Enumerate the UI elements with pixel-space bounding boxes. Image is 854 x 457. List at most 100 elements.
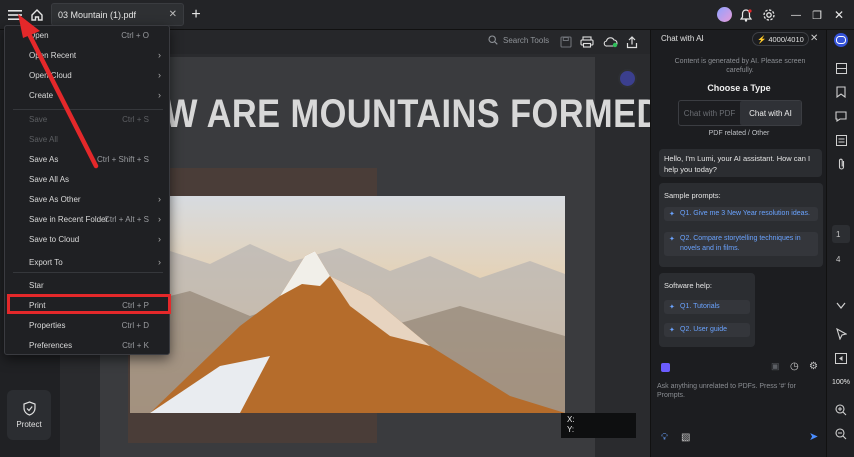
zoom-out-icon[interactable] xyxy=(834,427,848,441)
menu-item-shortcut: Ctrl + Shift + S xyxy=(96,154,149,164)
chevron-right-icon: › xyxy=(158,90,161,100)
bell-icon[interactable] xyxy=(735,4,757,26)
history-icon[interactable]: ◷ xyxy=(790,361,799,372)
chevron-right-icon: › xyxy=(158,234,161,244)
software-help-2[interactable]: ✦ Q2. User guide xyxy=(664,323,750,337)
menu-item-preferences[interactable]: Preferences Ctrl + K xyxy=(5,336,169,354)
ai-assistant-icon[interactable] xyxy=(834,33,848,47)
menu-item-shortcut: Ctrl + D xyxy=(121,320,149,330)
page-badge-icon[interactable] xyxy=(618,69,637,88)
close-window-button[interactable]: ✕ xyxy=(828,4,850,26)
menu-item-shortcut: Ctrl + Alt + S xyxy=(104,214,149,224)
home-icon[interactable] xyxy=(26,4,48,26)
document-tab[interactable]: 03 Mountain (1).pdf ✕ xyxy=(51,3,184,26)
page-current: 1 xyxy=(836,230,841,239)
menu-item-save: Save Ctrl + S xyxy=(5,110,169,128)
menu-item-export-to[interactable]: Export To › xyxy=(5,253,169,271)
menu-item-save-to-cloud[interactable]: Save to Cloud › xyxy=(5,230,169,248)
zoom-in-icon[interactable] xyxy=(834,403,848,417)
shield-icon xyxy=(22,401,36,416)
menu-item-save-as[interactable]: Save As Ctrl + Shift + S xyxy=(5,150,169,168)
share-icon[interactable] xyxy=(621,31,643,53)
zoom-level[interactable]: 100% xyxy=(829,379,853,386)
hamburger-menu-icon[interactable] xyxy=(4,4,26,26)
menu-item-open-cloud[interactable]: Open Cloud › xyxy=(5,66,169,84)
right-rail: 1 4 100% xyxy=(826,30,854,457)
menu-item-create[interactable]: Create › xyxy=(5,86,169,104)
chevron-right-icon: › xyxy=(158,257,161,267)
menu-item-label: Save As xyxy=(29,154,59,164)
sample-prompt-2-label: Q2. Compare storytelling techniques in n… xyxy=(680,235,801,252)
menu-item-shortcut: Ctrl + S xyxy=(122,114,149,124)
new-tab-button[interactable]: + xyxy=(185,4,207,26)
close-tab-icon[interactable]: ✕ xyxy=(169,9,177,20)
attach-image-icon[interactable]: ▧ xyxy=(681,432,690,443)
fit-page-icon[interactable] xyxy=(834,351,848,365)
minimize-button[interactable]: — xyxy=(785,4,807,26)
sample-prompts-card: Sample prompts: ✦ Q1. Give me 3 New Year… xyxy=(659,183,823,267)
menu-item-label: Open xyxy=(29,30,49,40)
menu-divider xyxy=(13,109,163,110)
page-total: 4 xyxy=(836,255,841,264)
file-menu: Open Ctrl + O Open Recent › Open Cloud › Creat… xyxy=(4,25,171,355)
chat-type-toggle: Chat with PDF Chat with AI xyxy=(678,100,802,126)
chevron-right-icon: › xyxy=(158,214,161,224)
comment-icon[interactable] xyxy=(834,109,848,123)
menu-item-save-as-other[interactable]: Save As Other › xyxy=(5,190,169,208)
sparkle-icon: ✦ xyxy=(669,327,675,334)
print-icon[interactable] xyxy=(576,31,598,53)
menu-item-label: Create xyxy=(29,90,54,100)
chevron-down-icon[interactable]: ⌄ xyxy=(699,35,705,43)
sample-prompt-1[interactable]: ✦ Q1. Give me 3 New Year resolution idea… xyxy=(664,207,818,221)
avatar[interactable] xyxy=(717,7,732,22)
protect-label: Protect xyxy=(16,420,42,429)
search-tools-label: Search Tools xyxy=(503,35,550,45)
form-icon[interactable] xyxy=(834,133,848,147)
attachment-icon[interactable] xyxy=(834,157,848,171)
software-help-1[interactable]: ✦ Q1. Tutorials xyxy=(664,300,750,314)
menu-item-label: Open Cloud xyxy=(29,70,72,80)
ai-panel-title: Chat with AI xyxy=(661,34,704,43)
menu-item-save-all-as[interactable]: Save All As xyxy=(5,170,169,188)
choose-type-heading: Choose a Type xyxy=(707,83,771,93)
sample-prompt-1-label: Q1. Give me 3 New Year resolution ideas. xyxy=(680,210,810,217)
document-tab-label: 03 Mountain (1).pdf xyxy=(58,9,137,20)
chat-with-pdf-option[interactable]: Chat with PDF xyxy=(679,101,740,125)
menu-item-save-in-recent-folder[interactable]: Save in Recent Folder Ctrl + Alt + S › xyxy=(5,210,169,228)
save-icon[interactable] xyxy=(555,31,577,53)
menu-item-label: Open Recent xyxy=(29,50,77,60)
page-current-box[interactable] xyxy=(832,225,850,243)
cloud-upload-icon[interactable] xyxy=(599,31,621,53)
menu-item-properties[interactable]: Properties Ctrl + D xyxy=(5,316,169,334)
chat-with-ai-option[interactable]: Chat with AI xyxy=(740,101,801,125)
scroll-down-icon[interactable] xyxy=(834,299,848,313)
page-heading: W ARE MOUNTAINS FORMED? xyxy=(165,92,684,136)
ai-disclaimer: Content is generated by AI. Please scree… xyxy=(674,58,806,74)
send-icon[interactable]: ➤ xyxy=(809,430,818,443)
protect-button[interactable]: Protect xyxy=(7,390,51,440)
ai-input-placeholder[interactable]: Ask anything unrelated to PDFs. Press '#… xyxy=(657,382,817,400)
menu-item-label: Export To xyxy=(29,257,63,267)
lightning-icon: ⚡ xyxy=(757,34,767,44)
prompt-library-icon[interactable] xyxy=(661,363,670,372)
sample-prompt-2[interactable]: ✦ Q2. Compare storytelling techniques in… xyxy=(664,232,818,256)
restore-button[interactable]: ❐ xyxy=(806,4,828,26)
menu-divider xyxy=(13,272,163,273)
grid-view-icon[interactable] xyxy=(834,61,848,75)
settings-icon[interactable]: ⚙ xyxy=(809,361,818,372)
print-highlight-box xyxy=(7,294,171,314)
menu-item-open-recent[interactable]: Open Recent › xyxy=(5,46,169,64)
image-icon[interactable]: ▣ xyxy=(771,361,780,372)
lightbulb-icon[interactable]: 💡︎ xyxy=(661,432,668,443)
search-tools[interactable]: Search Tools xyxy=(488,35,549,45)
gear-icon[interactable] xyxy=(758,4,780,26)
select-cursor-icon[interactable] xyxy=(834,327,848,341)
chevron-right-icon: › xyxy=(158,194,161,204)
menu-item-label: Save All As xyxy=(29,174,70,184)
menu-item-star[interactable]: Star xyxy=(5,276,169,294)
bookmark-icon[interactable] xyxy=(834,85,848,99)
menu-item-label: Save xyxy=(29,114,48,124)
ai-close-button[interactable]: ✕ xyxy=(810,33,818,44)
sparkle-icon: ✦ xyxy=(669,236,675,243)
menu-item-open[interactable]: Open Ctrl + O xyxy=(5,26,169,44)
